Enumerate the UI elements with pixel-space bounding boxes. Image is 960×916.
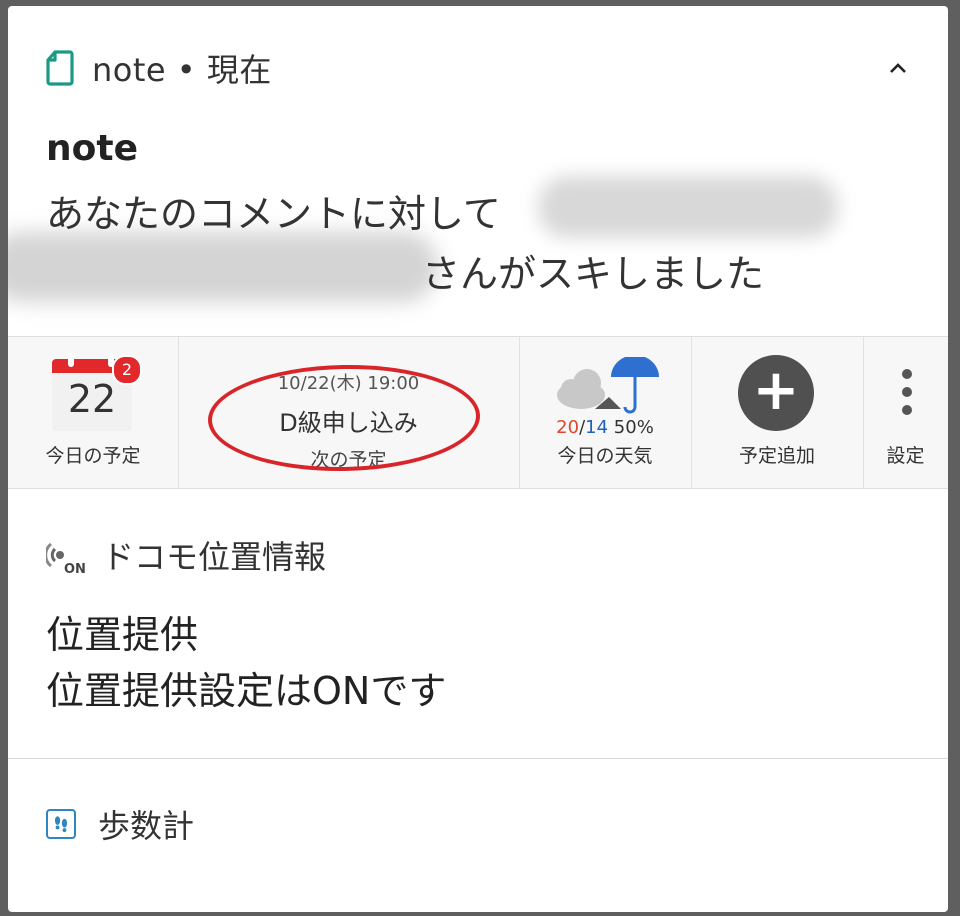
today-schedule-label: 今日の予定 (45, 445, 141, 467)
note-message-line2: さんがスキしました (422, 252, 765, 296)
add-event-button[interactable]: + 予定追加 (691, 337, 864, 488)
note-header: note • 現在 (46, 45, 272, 91)
note-title: note (46, 128, 138, 169)
location-title: 位置提供 (46, 613, 199, 657)
plus-icon: + (738, 355, 814, 431)
note-notification[interactable]: note • 現在 note あなたのコメントに対して さんがスキしました (8, 6, 948, 336)
today-schedule-button[interactable]: 22 2 今日の予定 (8, 337, 179, 488)
footprints-icon (46, 809, 76, 839)
more-vertical-icon (901, 369, 913, 419)
location-notification[interactable]: ON ドコモ位置情報 位置提供 位置提供設定はONです (8, 488, 948, 759)
svg-text:ON: ON (64, 562, 86, 575)
location-app-name: ドコモ位置情報 (102, 538, 327, 576)
note-app-name: note • 現在 (92, 45, 272, 91)
rain-chance: 50% (613, 417, 654, 438)
weather-button[interactable]: 20/14 50% 今日の天気 (519, 337, 692, 488)
location-header: ON ドコモ位置情報 (46, 532, 326, 578)
settings-label: 設定 (886, 445, 925, 467)
pedometer-app-name: 歩数計 (98, 807, 195, 845)
weather-label: 今日の天気 (557, 445, 653, 467)
note-app-icon (46, 50, 74, 86)
temp-low: 14 (585, 417, 609, 438)
location-text: 位置提供設定はONです (46, 669, 447, 713)
chevron-up-icon (890, 63, 906, 73)
pedometer-notification[interactable]: 歩数計 (46, 801, 194, 847)
calendar-badge: 2 (112, 355, 142, 385)
add-event-label: 予定追加 (738, 445, 815, 467)
notification-panel: note • 現在 note あなたのコメントに対して さんがスキしました 22… (8, 6, 948, 912)
weather-temps: 20/14 50% (519, 417, 691, 438)
settings-button[interactable]: 設定 (863, 337, 948, 488)
note-message-line1: あなたのコメントに対して (46, 192, 501, 236)
note-separator: • (176, 51, 197, 89)
note-message: あなたのコメントに対して さんがスキしました (46, 184, 926, 304)
location-signal-on-icon: ON (46, 542, 86, 575)
cloud-umbrella-icon (557, 357, 659, 414)
note-app-label: note (92, 51, 167, 89)
next-event-button[interactable]: 10/22(木) 19:00 D級申し込み 次の予定 (178, 337, 520, 488)
temp-high: 20 (556, 417, 580, 438)
schedule-widget-bar: 22 2 今日の予定 10/22(木) 19:00 D級申し込み 次の予定 20… (8, 336, 948, 489)
note-time: 現在 (206, 51, 272, 89)
collapse-button[interactable] (880, 50, 916, 86)
